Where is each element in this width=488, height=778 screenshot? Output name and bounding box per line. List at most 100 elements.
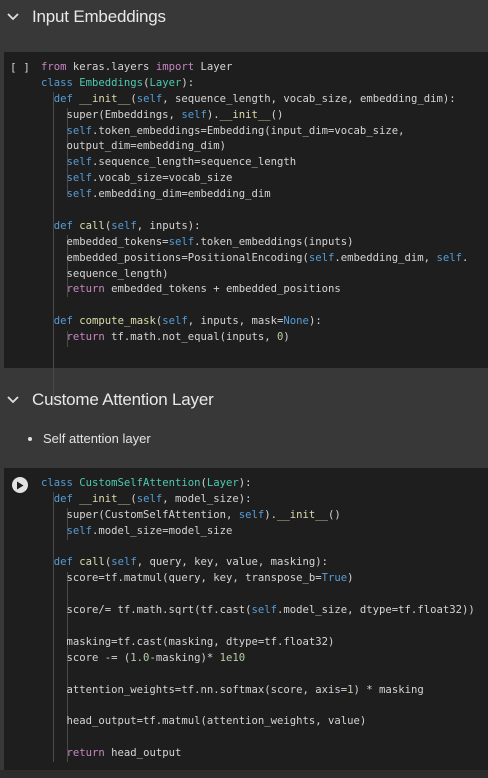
- code-cell-embeddings[interactable]: [ ] from keras.layers import Layer class …: [4, 52, 488, 406]
- code-token: super(Embeddings,: [41, 108, 182, 121]
- code-token: ).: [206, 108, 220, 121]
- section-header-input-embeddings[interactable]: Input Embeddings: [0, 0, 488, 34]
- code-token: class: [41, 477, 73, 489]
- code-line: attention_weights=tf.nn.softmax(score, a…: [41, 683, 488, 699]
- code-token: .: [461, 251, 469, 264]
- code-token: def: [53, 92, 73, 105]
- code-line: self.sequence_length=sequence_length: [41, 155, 488, 171]
- code-token: import: [155, 61, 195, 73]
- code-token: , query, key, value, masking):: [136, 556, 329, 569]
- chevron-down-icon[interactable]: [6, 393, 20, 407]
- code-token: 1e10: [219, 651, 246, 664]
- cell-execution-count: [ ]: [10, 61, 30, 74]
- code-editor[interactable]: class CustomSelfAttention(Layer): def __…: [41, 476, 488, 762]
- code-token: self: [162, 315, 188, 328]
- code-token: self: [111, 556, 137, 569]
- code-line: score=tf.matmul(query, key, transpose_b=…: [41, 571, 488, 587]
- section-title: Input Embeddings: [32, 7, 166, 26]
- code-line: return embedded_tokens + embedded_positi…: [41, 282, 488, 298]
- code-token: return: [66, 747, 105, 760]
- code-token: ):: [181, 76, 195, 89]
- code-line: score/= tf.math.sqrt(tf.cast(self.model_…: [41, 603, 488, 619]
- code-line: score -= (1.0-masking)* 1e10: [41, 651, 488, 667]
- code-token: self: [136, 492, 163, 505]
- code-token: def: [53, 219, 73, 232]
- code-token: score -= (: [41, 651, 131, 664]
- code-token: keras.layers: [66, 61, 156, 73]
- code-line: output_dim=embedding_dim): [41, 139, 488, 155]
- code-token: ) * masking: [353, 683, 424, 696]
- code-token: __init__: [219, 108, 271, 121]
- code-token: masking=tf.cast(masking, dtype=tf.float3…: [41, 635, 335, 648]
- code-token: ): [347, 572, 354, 585]
- code-line: def call(self, query, key, value, maskin…: [41, 555, 488, 571]
- code-line: def compute_mask(self, inputs, mask=None…: [41, 314, 488, 330]
- code-cell-attention[interactable]: class CustomSelfAttention(Layer): def __…: [4, 468, 488, 770]
- code-token: self: [66, 124, 93, 137]
- code-token: True: [321, 572, 348, 585]
- section-title: Custome Attention Layer: [32, 390, 214, 409]
- bullet-item: Self attention layer: [43, 430, 488, 448]
- code-line: def __init__(self, model_size):: [41, 492, 488, 508]
- code-token: head_output=tf.matmul(attention_weights,…: [41, 715, 367, 728]
- code-token: self: [436, 251, 462, 264]
- code-token: self: [66, 172, 93, 185]
- code-token: tf.math.not_equal(inputs,: [104, 331, 278, 344]
- code-token: sequence_length): [41, 267, 169, 280]
- code-line: class CustomSelfAttention(Layer):: [41, 476, 488, 492]
- code-token: score/= tf.math.sqrt(tf.cast(: [41, 604, 252, 617]
- code-token: .model_size, dtype=tf.float32)): [277, 604, 475, 617]
- section-header-custom-attention[interactable]: Custome Attention Layer: [0, 383, 488, 417]
- code-token: Layer: [206, 477, 239, 489]
- code-token: , sequence_length, vocab_size, embedding…: [162, 92, 456, 105]
- code-token: self: [66, 188, 93, 201]
- code-token: , inputs, mask=: [187, 315, 284, 328]
- code-token: score=tf.matmul(query, key, transpose_b=: [41, 572, 322, 585]
- code-token: __init__: [79, 92, 131, 105]
- code-token: Embeddings: [79, 76, 144, 89]
- code-editor[interactable]: from keras.layers import Layer class Embe…: [41, 60, 488, 346]
- code-line: class Embeddings(Layer):: [41, 76, 488, 92]
- code-token: , model_size):: [162, 492, 252, 505]
- code-token: __init__: [277, 508, 329, 521]
- run-cell-button[interactable]: [12, 477, 28, 493]
- code-token: self: [136, 92, 163, 105]
- code-token: (): [328, 508, 341, 521]
- status-bar: [0, 770, 488, 778]
- code-line: masking=tf.cast(masking, dtype=tf.float3…: [41, 635, 488, 651]
- code-line: super(Embeddings, self).__init__(): [41, 108, 488, 124]
- code-token: self: [238, 508, 265, 521]
- code-token: self: [251, 604, 277, 617]
- code-token: compute_mask: [79, 315, 156, 328]
- code-token: -masking)*: [149, 651, 220, 664]
- chevron-down-icon[interactable]: [6, 10, 20, 24]
- code-line: self.vocab_size=vocab_size: [41, 171, 488, 187]
- code-token: call: [79, 219, 105, 232]
- code-token: CustomSelfAttention: [79, 477, 201, 489]
- code-line: self.token_embeddings=Embedding(input_di…: [41, 124, 488, 140]
- code-token: embedded_tokens + embedded_positions: [104, 283, 341, 296]
- markdown-cell: Self attention layer: [0, 430, 488, 448]
- code-token: from: [41, 61, 67, 73]
- code-line: def call(self, inputs):: [41, 219, 488, 235]
- code-token: self: [66, 524, 93, 537]
- code-token: None: [283, 315, 309, 328]
- code-token: Layer: [194, 61, 233, 73]
- code-token: .model_size=model_size: [92, 524, 233, 537]
- code-line: self.model_size=model_size: [41, 524, 488, 540]
- code-token: return: [66, 331, 105, 344]
